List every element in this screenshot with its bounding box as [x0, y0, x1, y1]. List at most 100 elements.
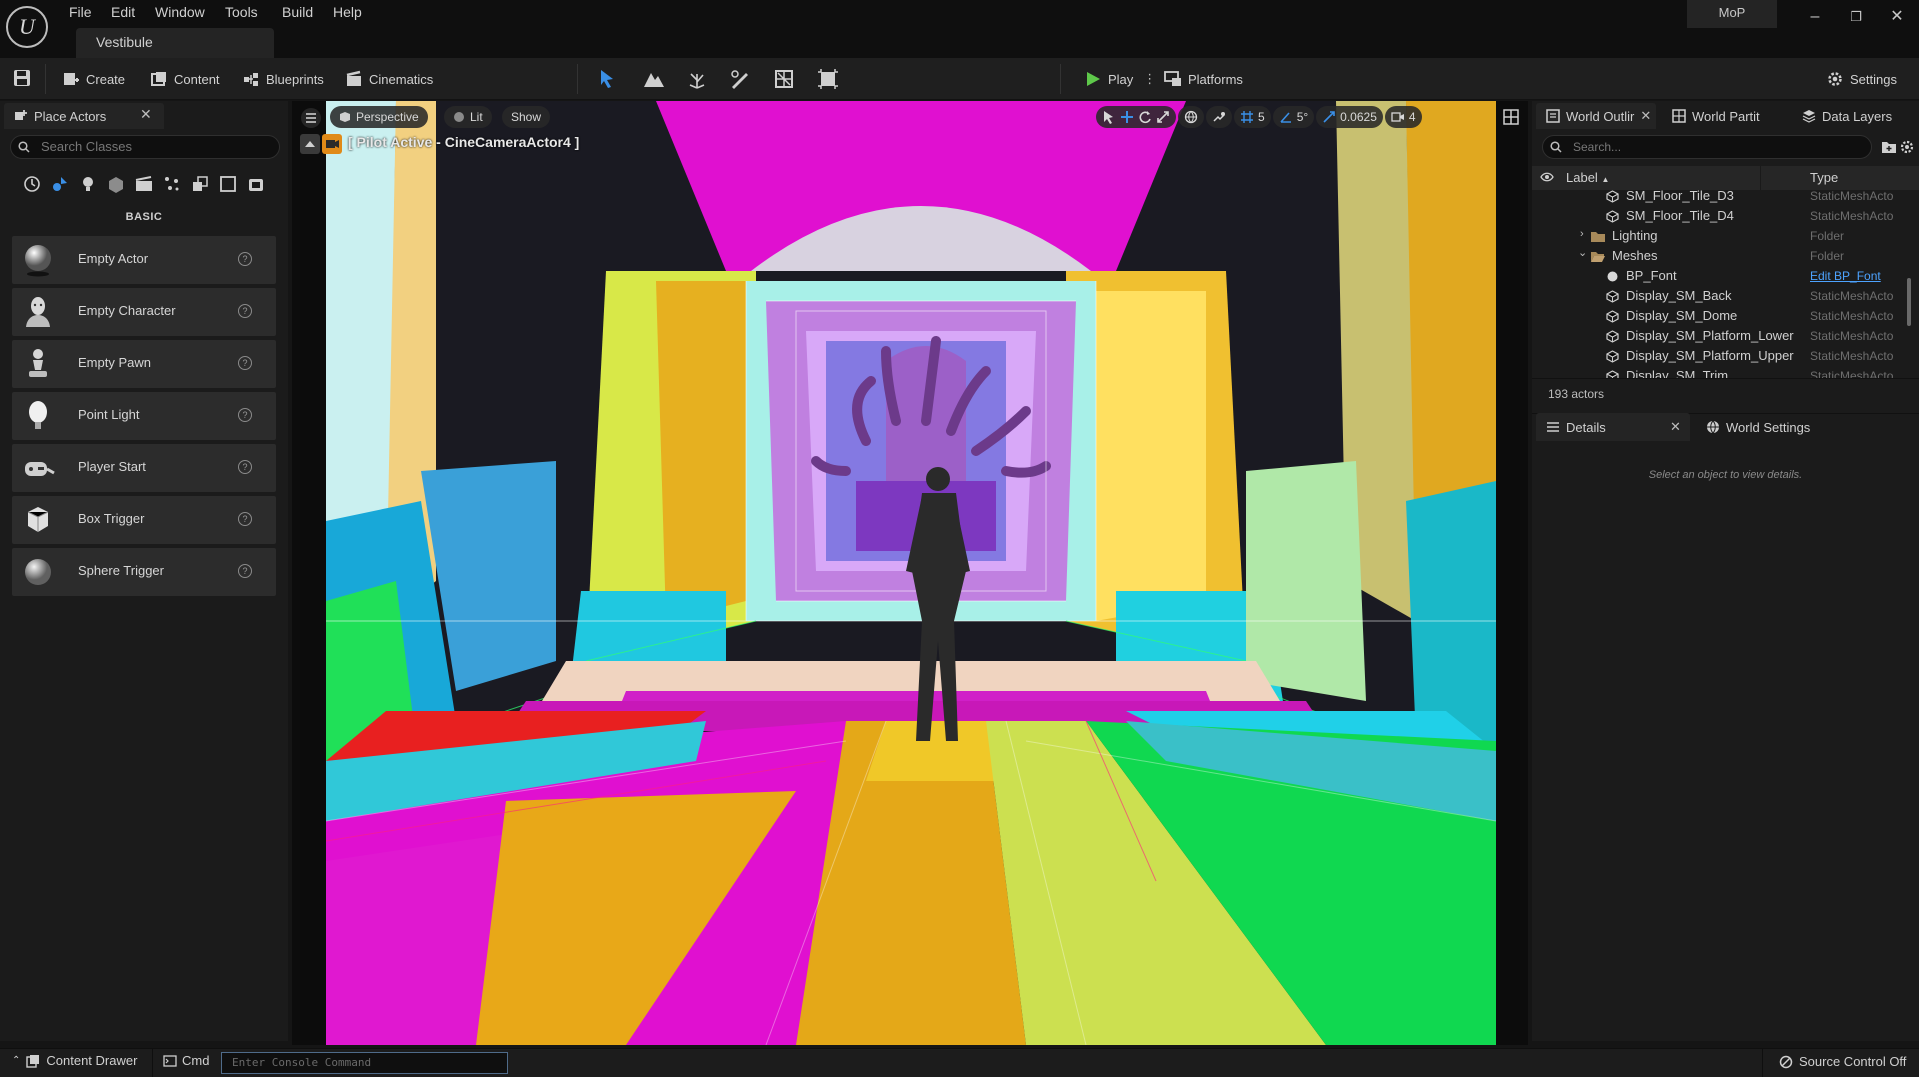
menu-tools[interactable]: Tools [219, 3, 264, 21]
outliner-row[interactable]: SM_Floor_Tile_D3 StaticMeshActo [1532, 190, 1912, 206]
rotation-snap-button[interactable]: 5° [1272, 106, 1315, 128]
all-classes-filter-icon[interactable] [245, 173, 267, 195]
search-classes-input[interactable]: Search Classes [10, 135, 280, 159]
lights-filter-icon[interactable] [77, 173, 99, 195]
cinematics-label: Cinematics [369, 71, 434, 87]
new-folder-icon[interactable] [1881, 139, 1897, 155]
mesh-paint-mode-icon[interactable] [729, 68, 751, 90]
edit-blueprint-link[interactable]: Edit BP_Font [1810, 269, 1900, 283]
chevron-right-icon[interactable]: › [1580, 228, 1584, 240]
actor-row-empty-actor[interactable]: Empty Actor ? [12, 236, 276, 284]
outliner-row[interactable]: Display_SM_Platform_Lower StaticMeshActo [1532, 326, 1912, 346]
landscape-mode-icon[interactable] [643, 68, 665, 90]
gear-icon[interactable] [1899, 139, 1915, 155]
select-mode-icon[interactable] [597, 68, 619, 90]
actor-row-box-trigger[interactable]: Box Trigger ? [12, 496, 276, 544]
actor-row-sphere-trigger[interactable]: Sphere Trigger ? [12, 548, 276, 596]
blueprints-button[interactable]: Blueprints [238, 66, 328, 92]
modeling-mode-icon[interactable] [817, 68, 839, 90]
create-button[interactable]: Create [58, 66, 129, 92]
lit-button[interactable]: Lit [444, 106, 492, 128]
world-local-toggle[interactable] [1178, 106, 1204, 128]
outliner-scrollbar[interactable] [1907, 278, 1911, 326]
cmd-button[interactable]: Cmd [163, 1053, 209, 1068]
level-tab[interactable]: Vestibule [76, 28, 274, 58]
visibility-eye-icon[interactable] [1540, 171, 1554, 183]
outliner-row[interactable]: BP_Font Edit BP_Font [1532, 266, 1912, 286]
actor-count: 193 actors [1548, 387, 1605, 401]
console-command-input[interactable]: Enter Console Command [221, 1052, 508, 1074]
minimize-button[interactable]: – [1795, 6, 1835, 28]
menu-edit[interactable]: Edit [105, 3, 141, 21]
tab-world-settings[interactable]: World Settings [1706, 413, 1810, 441]
cinematic-filter-icon[interactable] [133, 173, 155, 195]
tab-data-layers[interactable]: Data Layers [1792, 103, 1892, 129]
menu-window[interactable]: Window [149, 3, 211, 21]
help-icon[interactable]: ? [238, 252, 252, 266]
menu-build[interactable]: Build [276, 3, 319, 21]
play-options-icon[interactable]: ⋮ [1143, 71, 1156, 87]
label-column-header[interactable]: Label ▲ [1566, 170, 1609, 185]
outliner-row[interactable]: Display_SM_Trim StaticMeshActo [1532, 366, 1912, 378]
foliage-mode-icon[interactable] [686, 68, 708, 90]
actor-row-empty-character[interactable]: Empty Character ? [12, 288, 276, 336]
outliner-row[interactable]: › Lighting Folder [1532, 226, 1912, 246]
platforms-button[interactable]: Platforms [1160, 66, 1247, 92]
menu-help[interactable]: Help [327, 3, 368, 21]
scale-snap-button[interactable]: 0.0625 [1316, 106, 1383, 128]
scene-render[interactable] [326, 101, 1496, 1045]
visual-effects-filter-icon[interactable] [161, 173, 183, 195]
surface-snap-toggle[interactable] [1206, 106, 1232, 128]
outliner-search-input[interactable]: Search... [1542, 135, 1872, 159]
column-divider[interactable] [1760, 166, 1761, 190]
help-icon[interactable]: ? [238, 512, 252, 526]
tab-world-partition[interactable]: World Partit [1662, 103, 1760, 129]
menu-file[interactable]: File [63, 3, 98, 21]
transform-tools[interactable] [1096, 106, 1176, 128]
volumes-filter-icon[interactable] [217, 173, 239, 195]
play-button[interactable]: Play ⋮ [1080, 66, 1160, 92]
pilot-camera-icon[interactable] [300, 134, 344, 154]
save-icon[interactable] [13, 69, 31, 87]
help-icon[interactable]: ? [238, 408, 252, 422]
outliner-row[interactable]: Display_SM_Platform_Upper StaticMeshActo [1532, 346, 1912, 366]
show-button[interactable]: Show [502, 106, 551, 128]
basic-filter-icon[interactable] [49, 173, 71, 195]
help-icon[interactable]: ? [238, 460, 252, 474]
shapes-filter-icon[interactable] [105, 173, 127, 195]
help-icon[interactable]: ? [238, 564, 252, 578]
close-window-button[interactable]: ✕ [1877, 6, 1917, 28]
actor-row-empty-pawn[interactable]: Empty Pawn ? [12, 340, 276, 388]
close-tab-icon[interactable]: ✕ [1640, 108, 1651, 124]
recent-filter-icon[interactable] [21, 173, 43, 195]
outliner-row[interactable]: ⌄ Meshes Folder [1532, 246, 1912, 266]
outliner-row[interactable]: Display_SM_Dome StaticMeshActo [1532, 306, 1912, 326]
help-icon[interactable]: ? [238, 356, 252, 370]
viewport-menu-icon[interactable] [300, 107, 322, 129]
source-control-button[interactable]: Source Control Off [1779, 1054, 1906, 1069]
settings-button[interactable]: Settings [1822, 66, 1901, 92]
content-drawer-button[interactable]: ⌃ Content Drawer [12, 1053, 137, 1068]
outliner-row[interactable]: Display_SM_Back StaticMeshActo [1532, 286, 1912, 306]
actor-row-point-light[interactable]: Point Light ? [12, 392, 276, 440]
actor-row-player-start[interactable]: Player Start ? [12, 444, 276, 492]
cinematics-button[interactable]: Cinematics [341, 66, 437, 92]
viewport-layout-icon[interactable] [1502, 108, 1520, 126]
close-tab-icon[interactable]: ✕ [140, 106, 152, 123]
fracture-mode-icon[interactable] [773, 68, 795, 90]
restore-button[interactable]: ❐ [1836, 6, 1876, 28]
unreal-logo-icon[interactable]: U [6, 6, 48, 48]
perspective-button[interactable]: Perspective [330, 106, 428, 128]
outliner-row[interactable]: SM_Floor_Tile_D4 StaticMeshActo [1532, 206, 1912, 226]
help-icon[interactable]: ? [238, 304, 252, 318]
camera-speed-button[interactable]: 4 [1384, 106, 1422, 128]
content-button[interactable]: Content [146, 66, 224, 92]
tab-world-outliner[interactable]: World Outlir ✕ [1536, 103, 1656, 129]
level-viewport[interactable] [292, 101, 1528, 1045]
geometry-filter-icon[interactable] [189, 173, 211, 195]
chevron-down-icon[interactable]: ⌄ [1578, 246, 1587, 259]
tab-details[interactable]: Details [1536, 413, 1690, 441]
type-column-header[interactable]: Type [1810, 170, 1838, 185]
close-tab-icon[interactable]: ✕ [1670, 419, 1681, 435]
grid-snap-button[interactable]: 5 [1234, 106, 1271, 128]
